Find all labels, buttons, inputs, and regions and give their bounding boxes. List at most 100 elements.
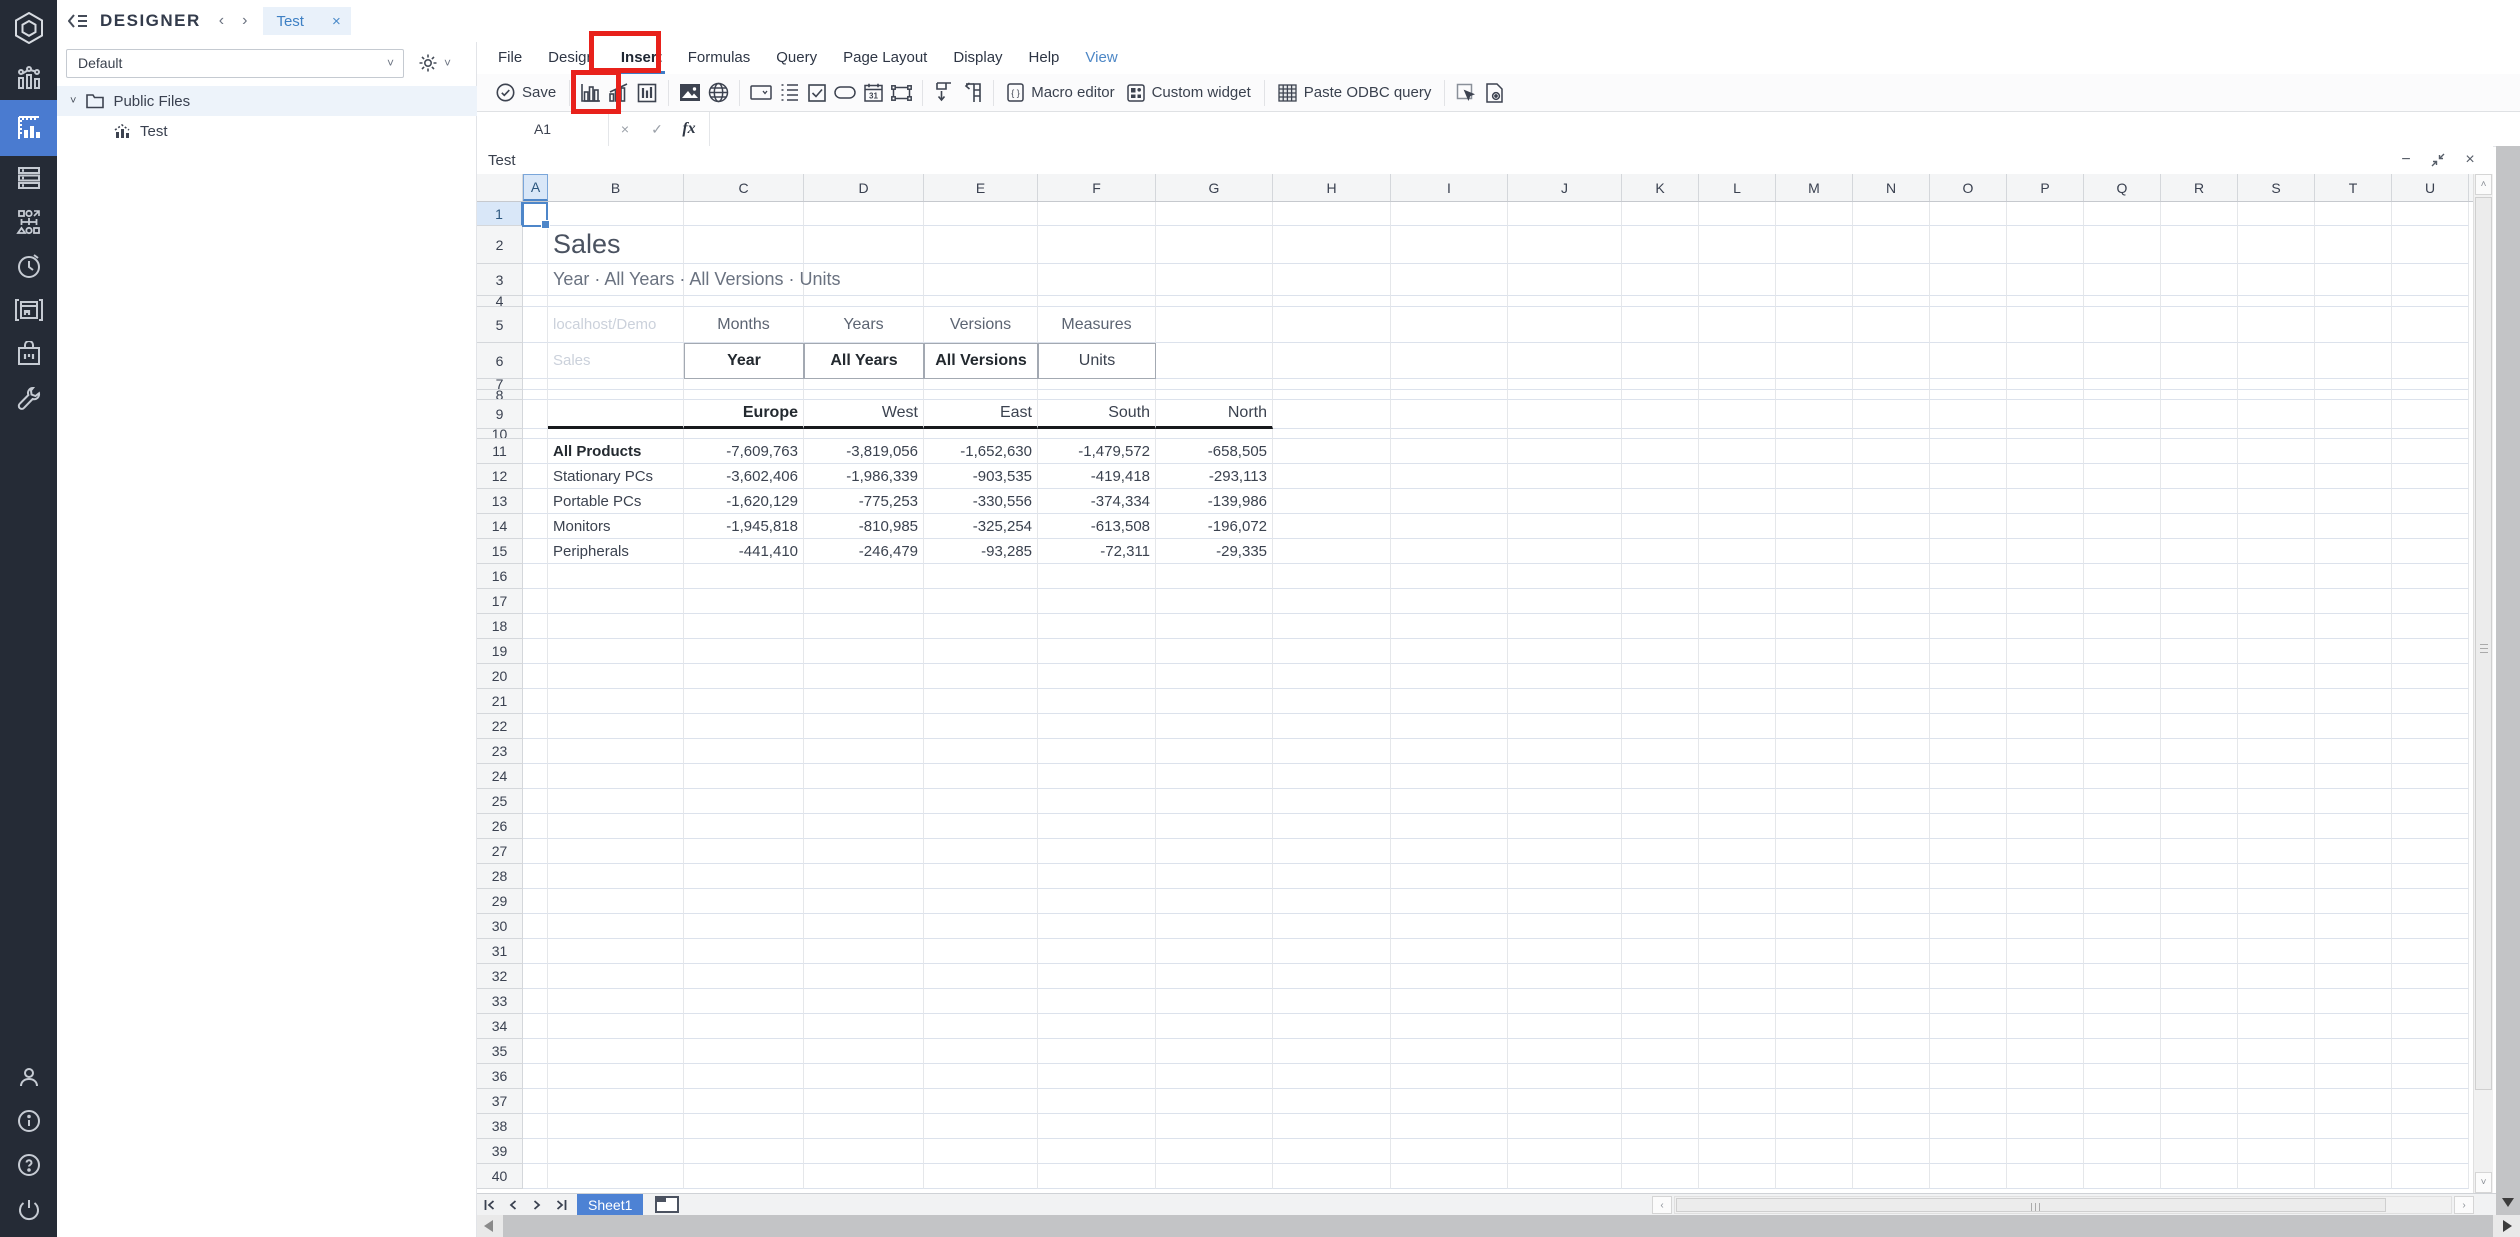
cell-L36[interactable]: [1699, 1064, 1776, 1089]
column-header-D[interactable]: D: [804, 174, 924, 201]
cell-L32[interactable]: [1699, 964, 1776, 989]
cell-C22[interactable]: [684, 714, 804, 739]
cell-J33[interactable]: [1508, 989, 1622, 1014]
cell-P27[interactable]: [2007, 839, 2084, 864]
cell-G3[interactable]: [1156, 264, 1273, 296]
cell-L37[interactable]: [1699, 1089, 1776, 1114]
column-header-G[interactable]: G: [1156, 174, 1273, 201]
cell-Q30[interactable]: [2084, 914, 2161, 939]
cell-N2[interactable]: [1853, 226, 1930, 264]
cell-H13[interactable]: [1273, 489, 1391, 514]
cell-C33[interactable]: [684, 989, 804, 1014]
cell-P32[interactable]: [2007, 964, 2084, 989]
cell-F24[interactable]: [1038, 764, 1156, 789]
cell-M32[interactable]: [1776, 964, 1853, 989]
cell-T13[interactable]: [2315, 489, 2392, 514]
cell-O30[interactable]: [1930, 914, 2007, 939]
cell-A11[interactable]: [523, 439, 548, 464]
cell-M9[interactable]: [1776, 400, 1853, 429]
cell-B28[interactable]: [548, 864, 684, 889]
cell-C38[interactable]: [684, 1114, 804, 1139]
cell-J38[interactable]: [1508, 1114, 1622, 1139]
cell-U7[interactable]: [2392, 379, 2469, 390]
cell-F2[interactable]: [1038, 226, 1156, 264]
custom-widget-button[interactable]: Custom widget: [1121, 78, 1257, 108]
cell-F13[interactable]: -374,334: [1038, 489, 1156, 514]
cell-J12[interactable]: [1508, 464, 1622, 489]
cell-G6[interactable]: [1156, 343, 1273, 379]
cell-N36[interactable]: [1853, 1064, 1930, 1089]
cell-C35[interactable]: [684, 1039, 804, 1064]
cell-I27[interactable]: [1391, 839, 1508, 864]
cell-K19[interactable]: [1622, 639, 1699, 664]
cell-A10[interactable]: [523, 429, 548, 439]
cell-R24[interactable]: [2161, 764, 2238, 789]
cell-O10[interactable]: [1930, 429, 2007, 439]
cell-R2[interactable]: [2161, 226, 2238, 264]
cell-M17[interactable]: [1776, 589, 1853, 614]
cell-D34[interactable]: [804, 1014, 924, 1039]
cell-T38[interactable]: [2315, 1114, 2392, 1139]
cell-H28[interactable]: [1273, 864, 1391, 889]
cell-R23[interactable]: [2161, 739, 2238, 764]
cell-J9[interactable]: [1508, 400, 1622, 429]
cell-F22[interactable]: [1038, 714, 1156, 739]
cell-I7[interactable]: [1391, 379, 1508, 390]
row-header-8[interactable]: 8: [477, 390, 523, 400]
cell-Q19[interactable]: [2084, 639, 2161, 664]
cell-G26[interactable]: [1156, 814, 1273, 839]
cell-O29[interactable]: [1930, 889, 2007, 914]
cell-C12[interactable]: -3,602,406: [684, 464, 804, 489]
cell-A17[interactable]: [523, 589, 548, 614]
cell-F12[interactable]: -419,418: [1038, 464, 1156, 489]
cell-F37[interactable]: [1038, 1089, 1156, 1114]
cell-I36[interactable]: [1391, 1064, 1508, 1089]
cell-C2[interactable]: [684, 226, 804, 264]
cell-D12[interactable]: -1,986,339: [804, 464, 924, 489]
cell-E6[interactable]: All Versions: [924, 343, 1038, 379]
cell-N35[interactable]: [1853, 1039, 1930, 1064]
cell-J16[interactable]: [1508, 564, 1622, 589]
cell-H10[interactable]: [1273, 429, 1391, 439]
collapse-panel-icon[interactable]: [68, 13, 88, 29]
cell-D4[interactable]: [804, 296, 924, 307]
cell-O35[interactable]: [1930, 1039, 2007, 1064]
help-icon[interactable]: [0, 1143, 57, 1187]
save-button[interactable]: Save: [490, 78, 562, 108]
cell-B30[interactable]: [548, 914, 684, 939]
insert-dynarange-row-icon[interactable]: [930, 78, 958, 108]
cell-M25[interactable]: [1776, 789, 1853, 814]
cell-R14[interactable]: [2161, 514, 2238, 539]
marketplace-icon[interactable]: [0, 332, 57, 376]
cell-D7[interactable]: [804, 379, 924, 390]
row-header-18[interactable]: 18: [477, 614, 523, 639]
cell-D6[interactable]: All Years: [804, 343, 924, 379]
cell-F32[interactable]: [1038, 964, 1156, 989]
cell-L24[interactable]: [1699, 764, 1776, 789]
cell-J2[interactable]: [1508, 226, 1622, 264]
cell-B23[interactable]: [548, 739, 684, 764]
cell-U1[interactable]: [2392, 202, 2469, 226]
app-vertical-scrollbar[interactable]: [2496, 146, 2520, 1237]
cell-D13[interactable]: -775,253: [804, 489, 924, 514]
cell-K5[interactable]: [1622, 307, 1699, 343]
cell-K36[interactable]: [1622, 1064, 1699, 1089]
cell-U24[interactable]: [2392, 764, 2469, 789]
cell-A37[interactable]: [523, 1089, 548, 1114]
cell-P6[interactable]: [2007, 343, 2084, 379]
cell-L1[interactable]: [1699, 202, 1776, 226]
cell-P29[interactable]: [2007, 889, 2084, 914]
cell-P3[interactable]: [2007, 264, 2084, 296]
cell-L12[interactable]: [1699, 464, 1776, 489]
cell-U20[interactable]: [2392, 664, 2469, 689]
cell-N37[interactable]: [1853, 1089, 1930, 1114]
cell-N21[interactable]: [1853, 689, 1930, 714]
cell-K29[interactable]: [1622, 889, 1699, 914]
cell-S6[interactable]: [2238, 343, 2315, 379]
cell-D10[interactable]: [804, 429, 924, 439]
cell-D29[interactable]: [804, 889, 924, 914]
horizontal-scroll-thumb[interactable]: [1676, 1198, 2386, 1212]
cell-G35[interactable]: [1156, 1039, 1273, 1064]
cell-H29[interactable]: [1273, 889, 1391, 914]
cell-N15[interactable]: [1853, 539, 1930, 564]
